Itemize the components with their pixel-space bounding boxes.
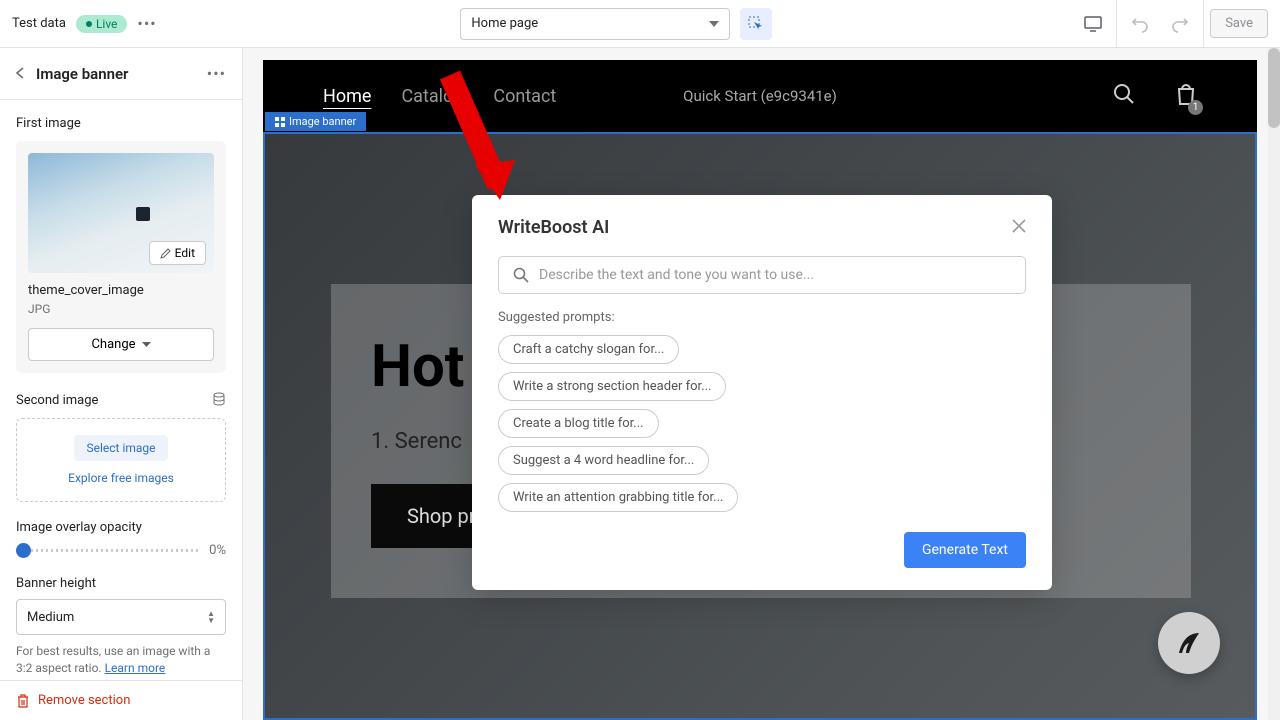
sidebar-title: Image banner (36, 65, 128, 83)
test-data-label: Test data (12, 16, 66, 31)
site-nav: Home Catalog Contact Quick Start (e9c934… (263, 60, 1257, 132)
sidebar-more-icon[interactable]: ••• (207, 64, 226, 83)
prompt-chip[interactable]: Write a strong section header for... (498, 372, 726, 401)
canvas-scrollbar-thumb[interactable] (1268, 48, 1280, 128)
remove-section-label: Remove section (38, 693, 130, 708)
live-text: Live (96, 17, 117, 31)
undo-button[interactable] (1123, 7, 1157, 41)
inspect-button[interactable] (740, 8, 772, 40)
prompt-chip[interactable]: Write an attention grabbing title for... (498, 483, 738, 512)
live-badge: Live (76, 15, 127, 33)
edit-image-button[interactable]: Edit (149, 241, 206, 265)
writeboost-fab[interactable] (1158, 612, 1220, 674)
overlay-slider[interactable]: 0% (16, 543, 226, 558)
topbar-right: Save (1076, 0, 1268, 48)
divider (1203, 0, 1204, 48)
banner-height-value: Medium (27, 610, 74, 625)
nav-catalog[interactable]: Catalog (401, 86, 463, 107)
change-label: Change (91, 337, 135, 352)
close-icon (1012, 219, 1026, 233)
overlay-opacity-label: Image overlay opacity (16, 520, 226, 535)
select-updown-icon: ▲▼ (207, 610, 215, 624)
first-image-card: Edit theme_cover_image JPG Change (16, 141, 226, 373)
section-tag: Image banner (265, 112, 366, 131)
modal-title: WriteBoost AI (498, 217, 609, 238)
redo-button[interactable] (1163, 7, 1197, 41)
back-button[interactable] (16, 64, 24, 83)
slider-thumb[interactable] (16, 543, 31, 558)
image-content-icon (136, 207, 150, 221)
image-filetype: JPG (28, 302, 214, 316)
dynamic-source-icon[interactable] (212, 391, 226, 410)
nav-contact[interactable]: Contact (493, 86, 556, 107)
prompt-input-wrap[interactable] (498, 256, 1026, 294)
generate-text-button[interactable]: Generate Text (904, 532, 1026, 568)
modal-footer: Generate Text (498, 532, 1026, 568)
nav-home[interactable]: Home (323, 86, 371, 107)
modal-close-button[interactable] (1012, 217, 1026, 238)
trash-icon (16, 694, 30, 708)
overlay-value: 0% (209, 543, 226, 558)
suggested-prompts-label: Suggested prompts: (498, 310, 1026, 325)
cart-count-badge: 1 (1188, 100, 1203, 115)
canvas-scrollbar-track[interactable] (1268, 48, 1280, 720)
sidebar-header: Image banner ••• (0, 48, 242, 100)
topbar-left: Test data Live ••• (12, 14, 157, 33)
first-image-label: First image (16, 116, 226, 131)
banner-height-label: Banner height (16, 576, 226, 591)
modal-header: WriteBoost AI (498, 217, 1026, 238)
desktop-view-button[interactable] (1076, 7, 1110, 41)
prompt-chip[interactable]: Create a blog title for... (498, 409, 659, 438)
search-icon (1113, 83, 1135, 105)
cart-button[interactable]: 1 (1175, 82, 1197, 111)
sidebar-content: First image Edit theme_cover_image JPG C… (0, 100, 242, 680)
remove-section-button[interactable]: Remove section (0, 680, 242, 720)
chevron-left-icon (16, 67, 24, 79)
desktop-icon (1084, 16, 1102, 32)
image-preview[interactable]: Edit (28, 153, 214, 273)
search-icon (513, 267, 529, 283)
inspector-icon (748, 16, 764, 32)
undo-icon (1131, 15, 1149, 33)
page-select-value: Home page (471, 16, 538, 31)
save-button[interactable]: Save (1210, 9, 1268, 38)
live-dot-icon (86, 21, 92, 27)
section-icon (275, 117, 285, 127)
feather-icon (1174, 628, 1204, 658)
second-image-label: Second image (16, 393, 98, 408)
slider-track[interactable] (16, 549, 199, 552)
edit-label: Edit (175, 246, 195, 260)
prompt-input[interactable] (539, 267, 1011, 283)
nav-icons: 1 (1113, 82, 1197, 111)
prompt-chip[interactable]: Suggest a 4 word headline for... (498, 446, 709, 475)
page-select[interactable]: Home page (460, 8, 730, 40)
banner-height-select[interactable]: Medium ▲▼ (16, 599, 226, 635)
select-image-button[interactable]: Select image (74, 435, 167, 461)
pencil-icon (160, 248, 171, 259)
divider (1116, 0, 1117, 48)
section-tag-label: Image banner (289, 115, 356, 128)
store-name: Quick Start (e9c9341e) (683, 87, 837, 105)
learn-more-link[interactable]: Learn more (105, 661, 166, 675)
caret-down-icon (142, 342, 151, 347)
image-filename: theme_cover_image (28, 283, 214, 298)
second-image-dropzone[interactable]: Select image Explore free images (16, 418, 226, 502)
writeboost-modal: WriteBoost AI Suggested prompts: Craft a… (472, 195, 1052, 590)
topbar-center: Home page (169, 8, 1065, 40)
caret-down-icon (709, 21, 719, 27)
more-menu-icon[interactable]: ••• (137, 14, 156, 33)
explore-images-link[interactable]: Explore free images (33, 471, 209, 485)
banner-height-help: For best results, use an image with a 3:… (16, 643, 226, 677)
second-image-header: Second image (16, 391, 226, 410)
sidebar: Image banner ••• First image Edit theme_… (0, 48, 243, 720)
search-button[interactable] (1113, 83, 1135, 110)
redo-icon (1171, 15, 1189, 33)
change-image-button[interactable]: Change (28, 328, 214, 361)
prompt-chip[interactable]: Craft a catchy slogan for... (498, 335, 679, 364)
prompt-chips: Craft a catchy slogan for... Write a str… (498, 335, 1026, 520)
topbar: Test data Live ••• Home page Save (0, 0, 1280, 48)
